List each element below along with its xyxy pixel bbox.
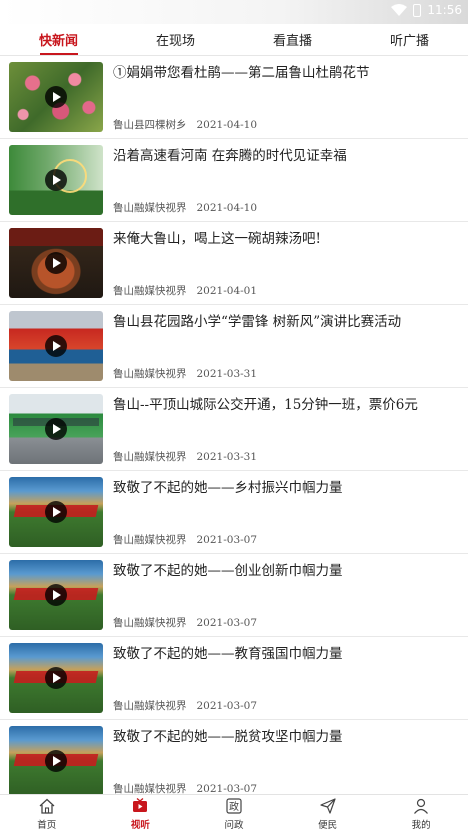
news-date: 2021-04-01 <box>196 285 258 297</box>
status-time: 11:56 <box>427 3 462 17</box>
news-meta: 鲁山融媒快视界 2021-03-07 <box>113 781 257 794</box>
news-source: 鲁山融媒快视界 <box>113 285 187 297</box>
news-date: 2021-04-10 <box>196 119 258 131</box>
news-source: 鲁山融媒快视界 <box>113 202 187 214</box>
news-source: 鲁山融媒快视界 <box>113 617 187 629</box>
tab-zai-xianchang[interactable]: 在现场 <box>117 24 234 55</box>
play-icon <box>45 86 67 108</box>
nav-service[interactable]: 便民 <box>281 795 375 832</box>
nav-label: 视听 <box>130 819 150 831</box>
status-bar: 11:56 <box>0 0 468 24</box>
user-icon <box>414 798 429 814</box>
play-icon <box>45 501 67 523</box>
news-item[interactable]: 来俺大鲁山，喝上这一碗胡辣汤吧! 鲁山融媒快视界 2021-04-01 <box>0 222 468 305</box>
wifi-icon <box>391 4 408 16</box>
news-item[interactable]: 致敬了不起的她——乡村振兴巾帼力量 鲁山融媒快视界 2021-03-07 <box>0 471 468 554</box>
news-meta: 鲁山融媒快视界 2021-04-01 <box>113 283 257 298</box>
politics-icon: 政 <box>226 797 242 814</box>
news-meta: 鲁山县四棵树乡 2021-04-10 <box>113 117 257 132</box>
battery-icon <box>413 3 422 17</box>
news-thumbnail <box>9 62 103 132</box>
send-icon <box>319 797 336 814</box>
news-title: 致敬了不起的她——创业创新巾帼力量 <box>113 563 343 579</box>
play-icon <box>45 750 67 772</box>
news-source: 鲁山融媒快视界 <box>113 783 187 794</box>
nav-label: 问政 <box>224 819 244 831</box>
news-meta: 鲁山融媒快视界 2021-03-31 <box>113 366 257 381</box>
news-source: 鲁山融媒快视界 <box>113 534 187 546</box>
news-title: ①娟娟带您看杜鹃——第二届鲁山杜鹃花节 <box>113 65 370 81</box>
nav-label: 我的 <box>411 819 431 831</box>
video-icon <box>133 797 148 812</box>
news-date: 2021-03-07 <box>196 700 258 712</box>
nav-profile[interactable]: 我的 <box>374 795 468 832</box>
news-meta: 鲁山融媒快视界 2021-03-07 <box>113 698 257 713</box>
news-date: 2021-04-10 <box>196 202 258 214</box>
news-source: 鲁山县四棵树乡 <box>113 119 187 131</box>
news-title: 鲁山--平顶山城际公交开通，15分钟一班，票价6元 <box>113 397 418 413</box>
news-source: 鲁山融媒快视界 <box>113 451 187 463</box>
news-thumbnail <box>9 311 103 381</box>
news-item[interactable]: 鲁山县花园路小学“学雷锋 树新风”演讲比赛活动 鲁山融媒快视界 2021-03-3… <box>0 305 468 388</box>
news-date: 2021-03-31 <box>196 451 258 463</box>
news-meta: 鲁山融媒快视界 2021-04-10 <box>113 200 257 215</box>
news-meta: 鲁山融媒快视界 2021-03-31 <box>113 449 257 464</box>
play-icon <box>45 584 67 606</box>
news-item[interactable]: ①娟娟带您看杜鹃——第二届鲁山杜鹃花节 鲁山县四棵树乡 2021-04-10 <box>0 56 468 139</box>
tab-kan-zhibo[interactable]: 看直播 <box>234 24 351 55</box>
home-icon <box>39 798 55 814</box>
svg-text:政: 政 <box>229 800 239 813</box>
tab-ting-guangbo[interactable]: 听广播 <box>351 24 468 55</box>
play-icon <box>45 667 67 689</box>
news-source: 鲁山融媒快视界 <box>113 700 187 712</box>
news-item[interactable]: 致敬了不起的她——脱贫攻坚巾帼力量 鲁山融媒快视界 2021-03-07 <box>0 720 468 794</box>
news-title: 来俺大鲁山，喝上这一碗胡辣汤吧! <box>113 231 321 247</box>
news-thumbnail <box>9 560 103 630</box>
news-title: 鲁山县花园路小学“学雷锋 树新风”演讲比赛活动 <box>113 314 402 330</box>
news-date: 2021-03-31 <box>196 368 258 380</box>
nav-home[interactable]: 首页 <box>0 795 94 832</box>
news-meta: 鲁山融媒快视界 2021-03-07 <box>113 532 257 547</box>
news-item[interactable]: 沿着高速看河南 在奔腾的时代见证幸福 鲁山融媒快视界 2021-04-10 <box>0 139 468 222</box>
news-title: 致敬了不起的她——脱贫攻坚巾帼力量 <box>113 729 343 745</box>
news-thumbnail <box>9 477 103 547</box>
news-item[interactable]: 鲁山--平顶山城际公交开通，15分钟一班，票价6元 鲁山融媒快视界 2021-03… <box>0 388 468 471</box>
nav-politics[interactable]: 政 问政 <box>187 795 281 832</box>
play-icon <box>45 418 67 440</box>
nav-label: 首页 <box>37 819 57 831</box>
news-thumbnail <box>9 643 103 713</box>
news-title: 致敬了不起的她——教育强国巾帼力量 <box>113 646 343 662</box>
news-date: 2021-03-07 <box>196 534 258 546</box>
news-thumbnail <box>9 394 103 464</box>
news-meta: 鲁山融媒快视界 2021-03-07 <box>113 615 257 630</box>
nav-label: 便民 <box>318 819 338 831</box>
play-icon <box>45 169 67 191</box>
news-date: 2021-03-07 <box>196 783 258 794</box>
play-icon <box>45 252 67 274</box>
tab-kuai-xinwen[interactable]: 快新闻 <box>0 24 117 55</box>
news-date: 2021-03-07 <box>196 617 258 629</box>
top-tab-bar: 快新闻 在现场 看直播 听广播 <box>0 24 468 56</box>
play-icon <box>45 335 67 357</box>
news-thumbnail <box>9 726 103 794</box>
news-item[interactable]: 致敬了不起的她——教育强国巾帼力量 鲁山融媒快视界 2021-03-07 <box>0 637 468 720</box>
bottom-nav: 首页 视听 政 问政 便民 我的 <box>0 794 468 832</box>
news-source: 鲁山融媒快视界 <box>113 368 187 380</box>
news-thumbnail <box>9 145 103 215</box>
news-list: ①娟娟带您看杜鹃——第二届鲁山杜鹃花节 鲁山县四棵树乡 2021-04-10 沿着… <box>0 56 468 794</box>
nav-video[interactable]: 视听 <box>94 795 188 832</box>
news-thumbnail <box>9 228 103 298</box>
news-title: 致敬了不起的她——乡村振兴巾帼力量 <box>113 480 343 496</box>
news-item[interactable]: 致敬了不起的她——创业创新巾帼力量 鲁山融媒快视界 2021-03-07 <box>0 554 468 637</box>
news-title: 沿着高速看河南 在奔腾的时代见证幸福 <box>113 148 347 164</box>
